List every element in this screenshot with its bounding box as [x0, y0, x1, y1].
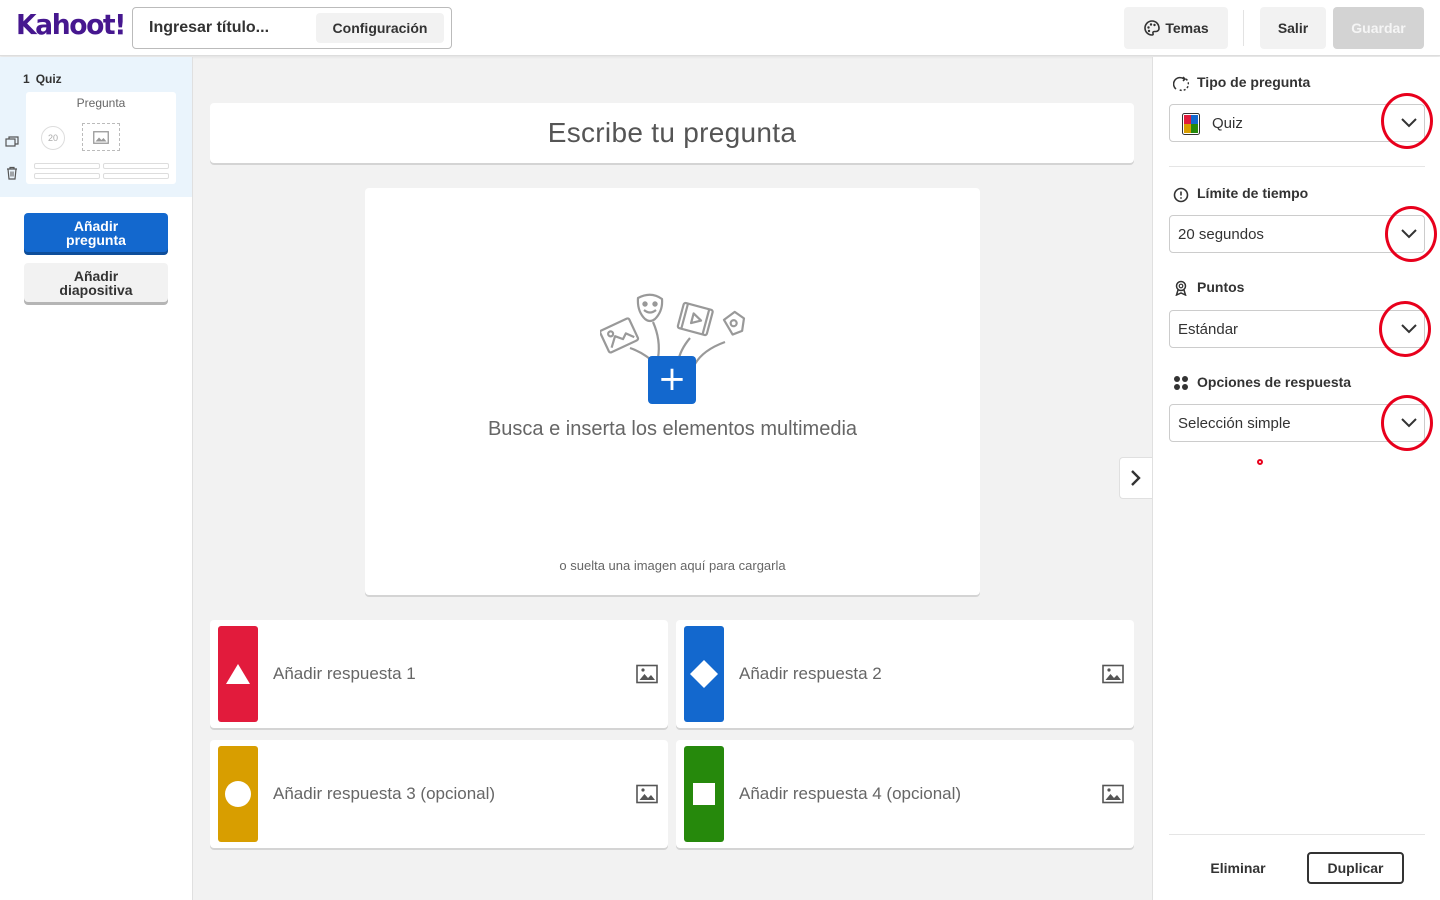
media-dropzone[interactable]: + Busca e inserta los elementos multimed… [365, 188, 980, 595]
question-type-value: Quiz [1212, 115, 1243, 132]
answer-1-color-block [218, 626, 258, 722]
slide-item-1[interactable]: 1 Quiz Pregunta 20 [0, 57, 192, 197]
annotation-circle [1379, 301, 1431, 357]
kahoot-logo[interactable]: Kahoot! [16, 8, 126, 41]
answer-3-color-block [218, 746, 258, 842]
thumb-answer [34, 163, 100, 169]
annotation-dot [1257, 459, 1263, 465]
answer-options-label: Opciones de respuesta [1197, 374, 1352, 390]
media-search-text: Busca e inserta los elementos multimedia [487, 418, 858, 440]
question-type-label: Tipo de pregunta [1197, 74, 1311, 90]
palette-icon [1144, 20, 1161, 36]
thumb-answer [103, 163, 169, 169]
title-placeholder: Ingresar título... [149, 19, 270, 36]
points-label: Puntos [1197, 279, 1245, 295]
thumb-image-placeholder [82, 123, 120, 151]
answer-options-value: Selección simple [1178, 415, 1291, 432]
answer-2[interactable]: Añadir respuesta 2 [676, 620, 1134, 728]
clock-icon [1173, 187, 1189, 203]
thumb-answer [103, 173, 169, 179]
duplicate-button[interactable]: Duplicar [1307, 852, 1404, 884]
thumb-answer [34, 173, 100, 179]
duplicate-icon[interactable] [5, 135, 19, 149]
time-limit-label: Límite de tiempo [1197, 185, 1309, 201]
answer-3-input[interactable]: Añadir respuesta 3 (opcional) [273, 784, 495, 804]
answer-4-input[interactable]: Añadir respuesta 4 (opcional) [739, 784, 961, 804]
save-button[interactable]: Guardar [1333, 7, 1424, 49]
triangle-icon [226, 664, 250, 684]
answer-4[interactable]: Añadir respuesta 4 (opcional) [676, 740, 1134, 848]
add-image-icon[interactable] [1102, 784, 1124, 804]
add-image-icon[interactable] [636, 784, 658, 804]
annotation-circle [1381, 93, 1433, 149]
slide-label: 1 Quiz [23, 72, 62, 86]
answer-options-icon [1174, 376, 1188, 390]
answer-1[interactable]: Añadir respuesta 1 [210, 620, 668, 728]
collapse-panel-button[interactable] [1119, 457, 1152, 499]
question-input[interactable]: Escribe tu pregunta [210, 103, 1134, 163]
points-value: Estándar [1178, 321, 1239, 338]
top-bar: Kahoot! Ingresar título... Configuración… [0, 0, 1440, 56]
answer-2-input[interactable]: Añadir respuesta 2 [739, 664, 882, 684]
answer-1-input[interactable]: Añadir respuesta 1 [273, 664, 416, 684]
quiz-type-icon [1182, 113, 1200, 135]
themes-label: Temas [1165, 20, 1209, 36]
settings-panel: Tipo de pregunta Quiz Límite de tiempo 2… [1152, 57, 1440, 900]
divider [1169, 166, 1425, 167]
slide-thumbnail[interactable]: Pregunta 20 [26, 92, 176, 184]
answer-3[interactable]: Añadir respuesta 3 (opcional) [210, 740, 668, 848]
slides-sidebar: 1 Quiz Pregunta 20 Añadir pregunta Añadi… [0, 57, 193, 900]
annotation-circle [1385, 206, 1437, 262]
title-input[interactable]: Ingresar título... Configuración [132, 7, 452, 49]
add-media-button[interactable]: + [648, 356, 696, 404]
thumb-title: Pregunta [76, 96, 126, 110]
header-divider [1243, 10, 1244, 46]
thumb-timer: 20 [41, 126, 65, 150]
delete-button[interactable]: Eliminar [1193, 853, 1283, 883]
chevron-right-icon [1131, 470, 1141, 486]
circle-icon [225, 781, 251, 807]
add-image-icon[interactable] [1102, 664, 1124, 684]
annotation-circle [1381, 395, 1433, 451]
question-type-icon [1173, 76, 1189, 92]
add-question-button[interactable]: Añadir pregunta [24, 213, 168, 255]
diamond-icon [690, 660, 718, 688]
image-icon [93, 130, 109, 144]
square-icon [693, 783, 715, 805]
settings-button[interactable]: Configuración [316, 13, 444, 43]
add-image-icon[interactable] [636, 664, 658, 684]
divider [1169, 834, 1425, 835]
add-slide-button[interactable]: Añadir diapositiva [24, 263, 168, 305]
themes-button[interactable]: Temas [1124, 7, 1228, 49]
exit-button[interactable]: Salir [1260, 7, 1326, 49]
media-drop-hint: o suelta una imagen aquí para cargarla [559, 558, 786, 573]
trash-icon[interactable] [5, 166, 19, 180]
answer-2-color-block [684, 626, 724, 722]
time-limit-value: 20 segundos [1178, 226, 1264, 243]
award-icon [1175, 280, 1187, 296]
answer-4-color-block [684, 746, 724, 842]
